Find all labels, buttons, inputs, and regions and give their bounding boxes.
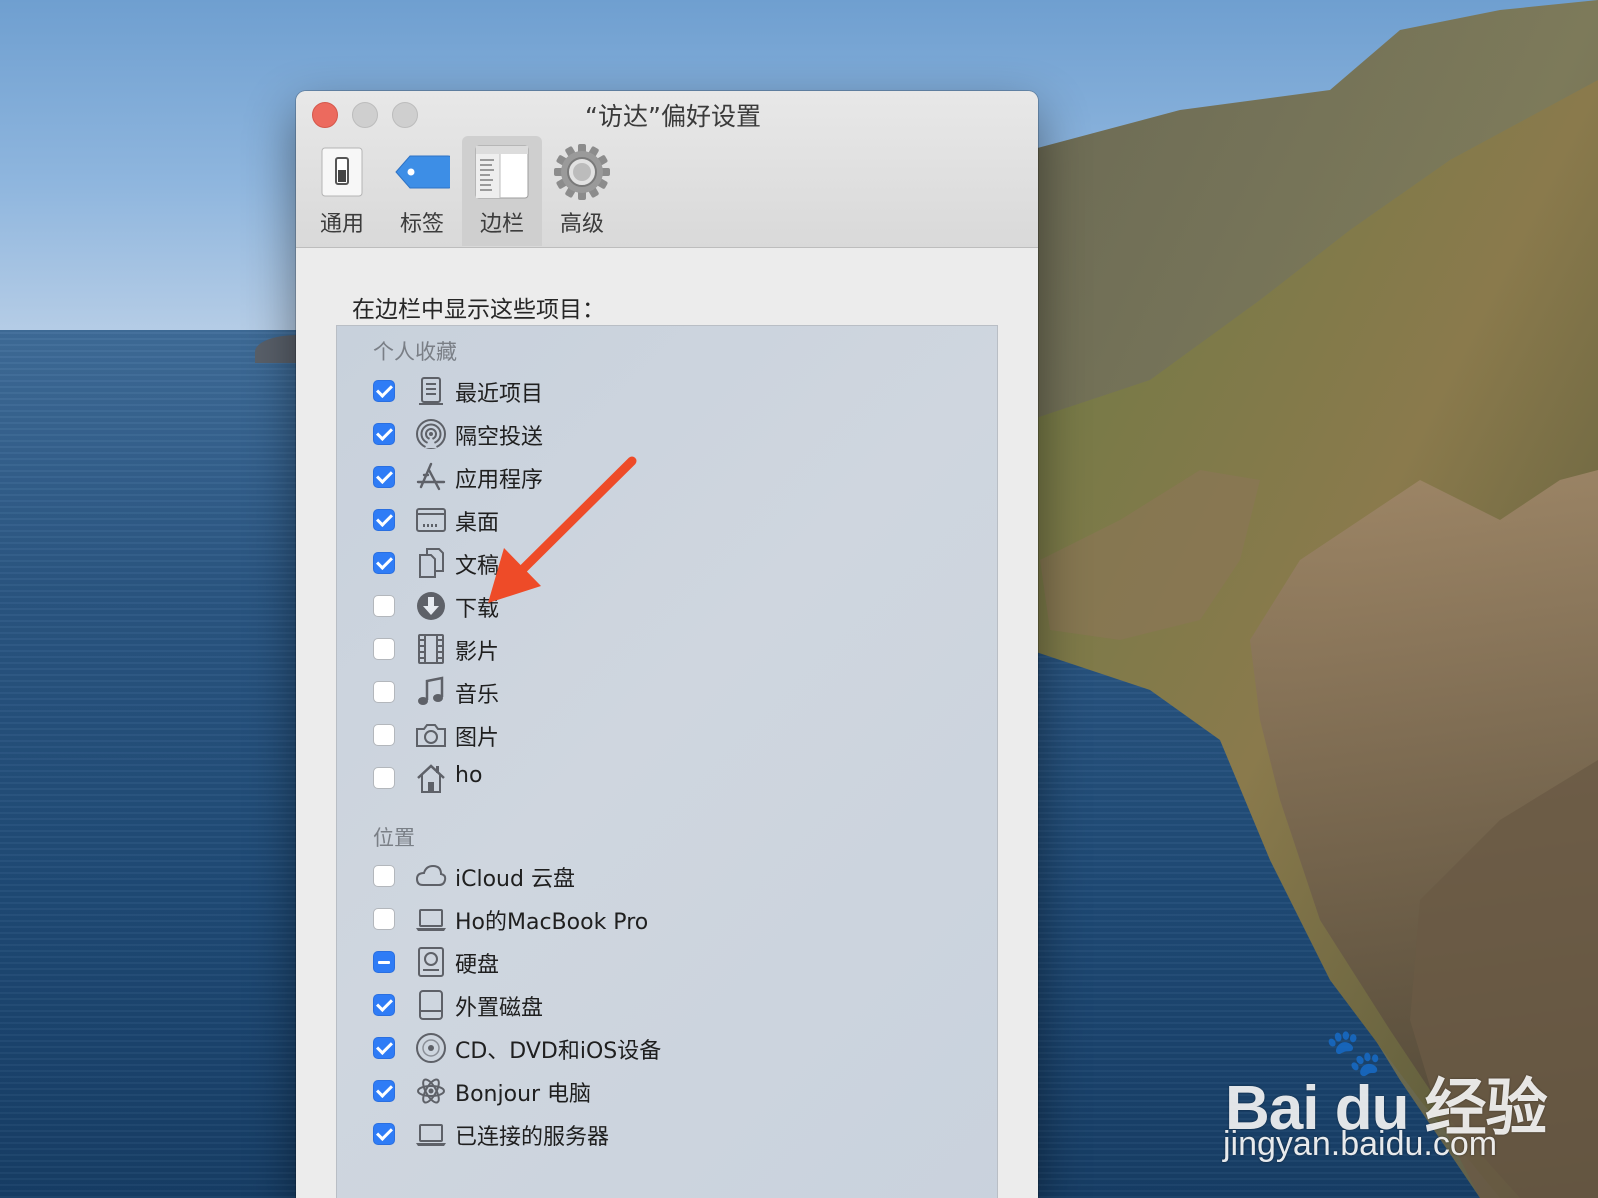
sidebar-items-list: 个人收藏 最近项目 隔空投送 应用程序 桌面 文稿 下载 影片 音乐 图片 ho… bbox=[336, 325, 998, 1198]
checkbox-home[interactable] bbox=[373, 767, 395, 789]
checkbox-bonjour[interactable] bbox=[373, 1080, 395, 1102]
list-item: 外置磁盘 bbox=[373, 987, 933, 1027]
list-item: 硬盘 bbox=[373, 944, 933, 984]
list-item: 桌面 bbox=[373, 502, 933, 542]
gear-icon bbox=[554, 144, 610, 200]
music-icon bbox=[418, 676, 444, 705]
macbook-label: Ho的MacBook Pro bbox=[455, 910, 649, 935]
downloads-label: 下载 bbox=[455, 597, 500, 622]
list-item: Bonjour 电脑 bbox=[373, 1073, 933, 1113]
list-item: 影片 bbox=[373, 631, 933, 671]
checkbox-icloud[interactable] bbox=[373, 865, 395, 887]
list-item: 文稿 bbox=[373, 545, 933, 585]
checkbox-airdrop[interactable] bbox=[373, 423, 395, 445]
list-item: 应用程序 bbox=[373, 459, 933, 499]
server-icon bbox=[416, 1124, 446, 1146]
list-item: 隔空投送 bbox=[373, 416, 933, 456]
disc-label: CD、DVD和iOS设备 bbox=[455, 1039, 662, 1064]
section-heading: 在边栏中显示这些项目： bbox=[352, 297, 605, 323]
applications-icon bbox=[416, 462, 446, 491]
checkbox-downloads[interactable] bbox=[373, 595, 395, 617]
sidebar-pane: 在边栏中显示这些项目： 个人收藏 最近项目 隔空投送 应用程序 桌面 文稿 下载… bbox=[296, 248, 1038, 1198]
servers-label: 已连接的服务器 bbox=[455, 1125, 610, 1150]
applications-label: 应用程序 bbox=[455, 468, 544, 493]
list-item: CD、DVD和iOS设备 bbox=[373, 1030, 933, 1070]
downloads-icon bbox=[417, 592, 445, 620]
documents-label: 文稿 bbox=[455, 554, 500, 579]
list-item: 最近项目 bbox=[373, 373, 933, 413]
desktop-label: 桌面 bbox=[455, 511, 500, 536]
tab-tags-label: 标签 bbox=[399, 212, 444, 237]
disc-icon bbox=[416, 1033, 446, 1063]
window-toolbar: “访达”偏好设置 通用 标签 边栏 高级 bbox=[296, 91, 1038, 248]
external-disk-label: 外置磁盘 bbox=[455, 996, 544, 1021]
hard-disk-icon bbox=[418, 947, 444, 977]
list-item: 已连接的服务器 bbox=[373, 1116, 933, 1156]
list-item: 音乐 bbox=[373, 674, 933, 714]
watermark-url: jingyan.baidu.com bbox=[1223, 1125, 1498, 1163]
tab-advanced[interactable]: 高级 bbox=[542, 136, 622, 246]
checkbox-documents[interactable] bbox=[373, 552, 395, 574]
tab-general[interactable]: 通用 bbox=[302, 136, 382, 246]
tab-tags[interactable]: 标签 bbox=[382, 136, 462, 246]
hard-disk-label: 硬盘 bbox=[455, 953, 500, 978]
tab-general-label: 通用 bbox=[319, 212, 364, 237]
list-item: Ho的MacBook Pro bbox=[373, 901, 933, 941]
checkbox-pictures[interactable] bbox=[373, 724, 395, 746]
icloud-label: iCloud 云盘 bbox=[455, 867, 575, 892]
airdrop-label: 隔空投送 bbox=[455, 425, 544, 450]
checkbox-recents[interactable] bbox=[373, 380, 395, 402]
music-label: 音乐 bbox=[455, 683, 500, 708]
checkbox-hard-disk[interactable] bbox=[373, 951, 395, 973]
sidebar-icon bbox=[475, 145, 529, 199]
checkbox-external-disk[interactable] bbox=[373, 994, 395, 1016]
list-item: 下载 bbox=[373, 588, 933, 628]
movies-label: 影片 bbox=[455, 640, 500, 665]
movies-icon bbox=[418, 634, 444, 664]
checkbox-music[interactable] bbox=[373, 681, 395, 703]
window-title: “访达”偏好设置 bbox=[585, 102, 761, 131]
tab-sidebar[interactable]: 边栏 bbox=[462, 136, 542, 246]
home-label: ho bbox=[455, 763, 483, 788]
pictures-icon bbox=[416, 724, 446, 747]
checkbox-desktop[interactable] bbox=[373, 509, 395, 531]
tab-advanced-label: 高级 bbox=[559, 212, 604, 237]
recents-icon bbox=[419, 377, 443, 405]
icloud-icon bbox=[415, 864, 447, 886]
tab-sidebar-label: 边栏 bbox=[479, 212, 524, 237]
bonjour-label: Bonjour 电脑 bbox=[455, 1082, 592, 1107]
general-switch-icon bbox=[321, 147, 363, 197]
laptop-icon bbox=[416, 909, 446, 931]
airdrop-icon bbox=[416, 419, 446, 449]
bonjour-icon bbox=[417, 1078, 445, 1104]
group-locations-label: 位置 bbox=[373, 826, 415, 850]
group-favorites-label: 个人收藏 bbox=[373, 340, 457, 364]
list-item: iCloud 云盘 bbox=[373, 858, 933, 898]
desktop-icon bbox=[416, 508, 446, 532]
list-item: 图片 bbox=[373, 717, 933, 757]
checkbox-macbook[interactable] bbox=[373, 908, 395, 930]
tag-icon bbox=[395, 155, 450, 189]
checkbox-servers[interactable] bbox=[373, 1123, 395, 1145]
checkbox-applications[interactable] bbox=[373, 466, 395, 488]
home-icon bbox=[417, 764, 445, 793]
finder-preferences-window: “访达”偏好设置 通用 标签 边栏 高级 在边栏中显示这些项目： 个人收藏 最近… bbox=[296, 91, 1038, 1198]
documents-icon bbox=[419, 548, 444, 578]
list-item: ho bbox=[373, 760, 933, 800]
checkbox-disc[interactable] bbox=[373, 1037, 395, 1059]
pictures-label: 图片 bbox=[455, 726, 500, 751]
recents-label: 最近项目 bbox=[455, 382, 544, 407]
checkbox-movies[interactable] bbox=[373, 638, 395, 660]
external-disk-icon bbox=[419, 990, 443, 1020]
baidu-watermark: 🐾 Bai du 经验 jingyan.baidu.com bbox=[1223, 1025, 1565, 1175]
